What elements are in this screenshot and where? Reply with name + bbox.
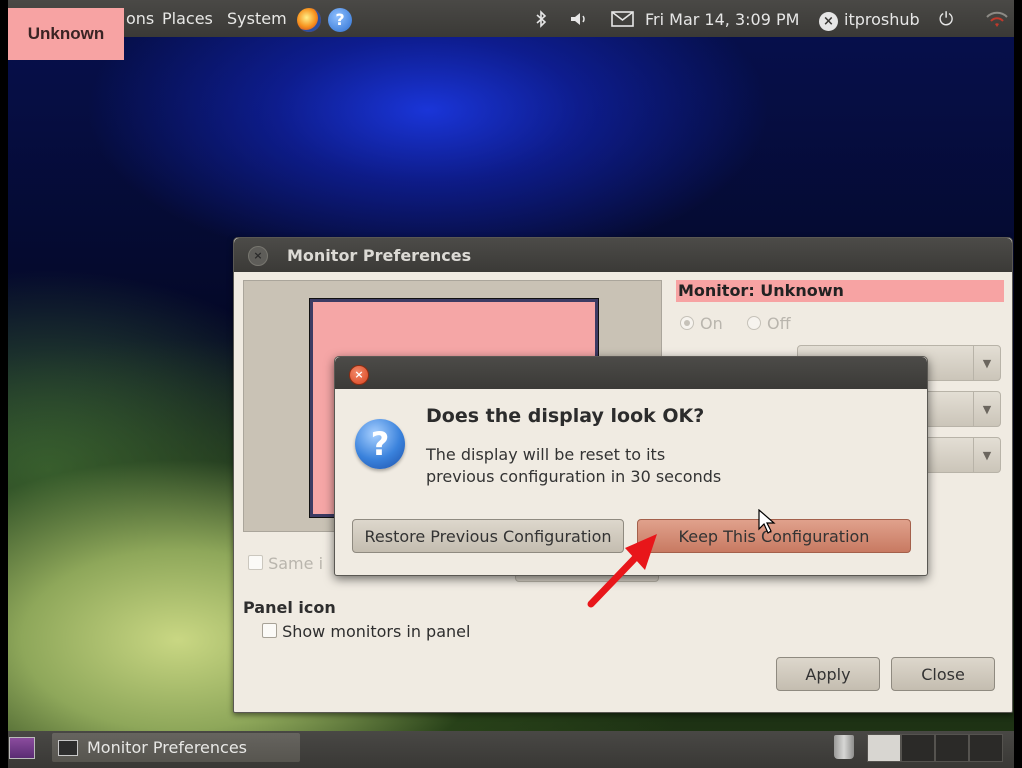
firefox-icon[interactable] bbox=[297, 8, 321, 32]
window-close-icon[interactable]: × bbox=[248, 246, 268, 266]
question-icon: ? bbox=[355, 419, 405, 469]
monitor-app-icon bbox=[58, 740, 78, 756]
dialog-heading: Does the display look OK? bbox=[426, 405, 705, 427]
radio-off[interactable]: Off bbox=[747, 314, 791, 333]
radio-on[interactable]: On bbox=[680, 314, 723, 333]
close-button[interactable]: Close bbox=[891, 657, 995, 691]
network-icon[interactable] bbox=[986, 11, 1008, 29]
dialog-titlebar[interactable]: × bbox=[335, 357, 927, 389]
panel-icon-heading: Panel icon bbox=[243, 598, 336, 617]
menu-places[interactable]: Places bbox=[162, 9, 213, 28]
apply-button[interactable]: Apply bbox=[776, 657, 880, 691]
chevron-down-icon[interactable]: ▼ bbox=[973, 346, 1000, 380]
dialog-message: The display will be reset to its previou… bbox=[426, 444, 721, 488]
show-monitors-checkbox[interactable]: Show monitors in panel bbox=[262, 622, 470, 641]
window-titlebar[interactable]: × Monitor Preferences bbox=[234, 238, 1012, 272]
user-menu[interactable]: itproshub bbox=[844, 10, 920, 29]
window-title: Monitor Preferences bbox=[287, 246, 472, 265]
user-status-icon[interactable]: × bbox=[819, 12, 838, 31]
chevron-down-icon[interactable]: ▼ bbox=[973, 392, 1000, 426]
show-desktop-icon[interactable] bbox=[9, 737, 35, 759]
workspace-1[interactable] bbox=[867, 734, 901, 762]
unknown-badge: Unknown bbox=[8, 8, 124, 60]
radio-off-label: Off bbox=[767, 314, 791, 333]
mouse-cursor-icon bbox=[758, 509, 776, 534]
show-monitors-label: Show monitors in panel bbox=[282, 622, 471, 641]
desktop: ons Places System ? Fri Mar 14, 3:09 PM … bbox=[8, 0, 1014, 768]
power-icon[interactable]: ⏻ bbox=[939, 9, 953, 30]
menu-system[interactable]: System bbox=[227, 9, 287, 28]
dialog-message-line2: previous configuration in 30 seconds bbox=[426, 467, 722, 486]
chevron-down-icon[interactable]: ▼ bbox=[973, 438, 1000, 472]
monitor-label: Monitor: Unknown bbox=[676, 280, 1004, 302]
bottom-panel: Monitor Preferences bbox=[8, 731, 1014, 768]
radio-on-indicator[interactable] bbox=[680, 316, 694, 330]
show-monitors-check[interactable] bbox=[262, 623, 277, 638]
dialog-message-line1: The display will be reset to its bbox=[426, 445, 666, 464]
help-icon[interactable]: ? bbox=[328, 8, 352, 32]
taskbar-label: Monitor Preferences bbox=[87, 738, 248, 757]
workspace-2[interactable] bbox=[901, 734, 935, 762]
mail-icon[interactable] bbox=[611, 10, 635, 32]
workspace-4[interactable] bbox=[969, 734, 1003, 762]
taskbar-monitor-preferences[interactable]: Monitor Preferences bbox=[52, 733, 300, 762]
same-image-label: Same i bbox=[268, 554, 324, 573]
same-image-check[interactable] bbox=[248, 555, 263, 570]
same-image-checkbox[interactable]: Same i bbox=[248, 554, 323, 573]
dialog-close-icon[interactable]: × bbox=[349, 365, 369, 385]
bluetooth-icon[interactable] bbox=[534, 10, 548, 32]
annotation-arrow-icon bbox=[587, 534, 657, 608]
menu-applications[interactable]: ons bbox=[126, 9, 154, 28]
radio-off-indicator[interactable] bbox=[747, 316, 761, 330]
clock[interactable]: Fri Mar 14, 3:09 PM bbox=[645, 10, 799, 29]
top-panel: ons Places System ? Fri Mar 14, 3:09 PM … bbox=[8, 0, 1014, 37]
trash-icon[interactable] bbox=[834, 735, 854, 759]
radio-on-label: On bbox=[700, 314, 723, 333]
volume-icon[interactable] bbox=[569, 10, 589, 32]
workspace-3[interactable] bbox=[935, 734, 969, 762]
